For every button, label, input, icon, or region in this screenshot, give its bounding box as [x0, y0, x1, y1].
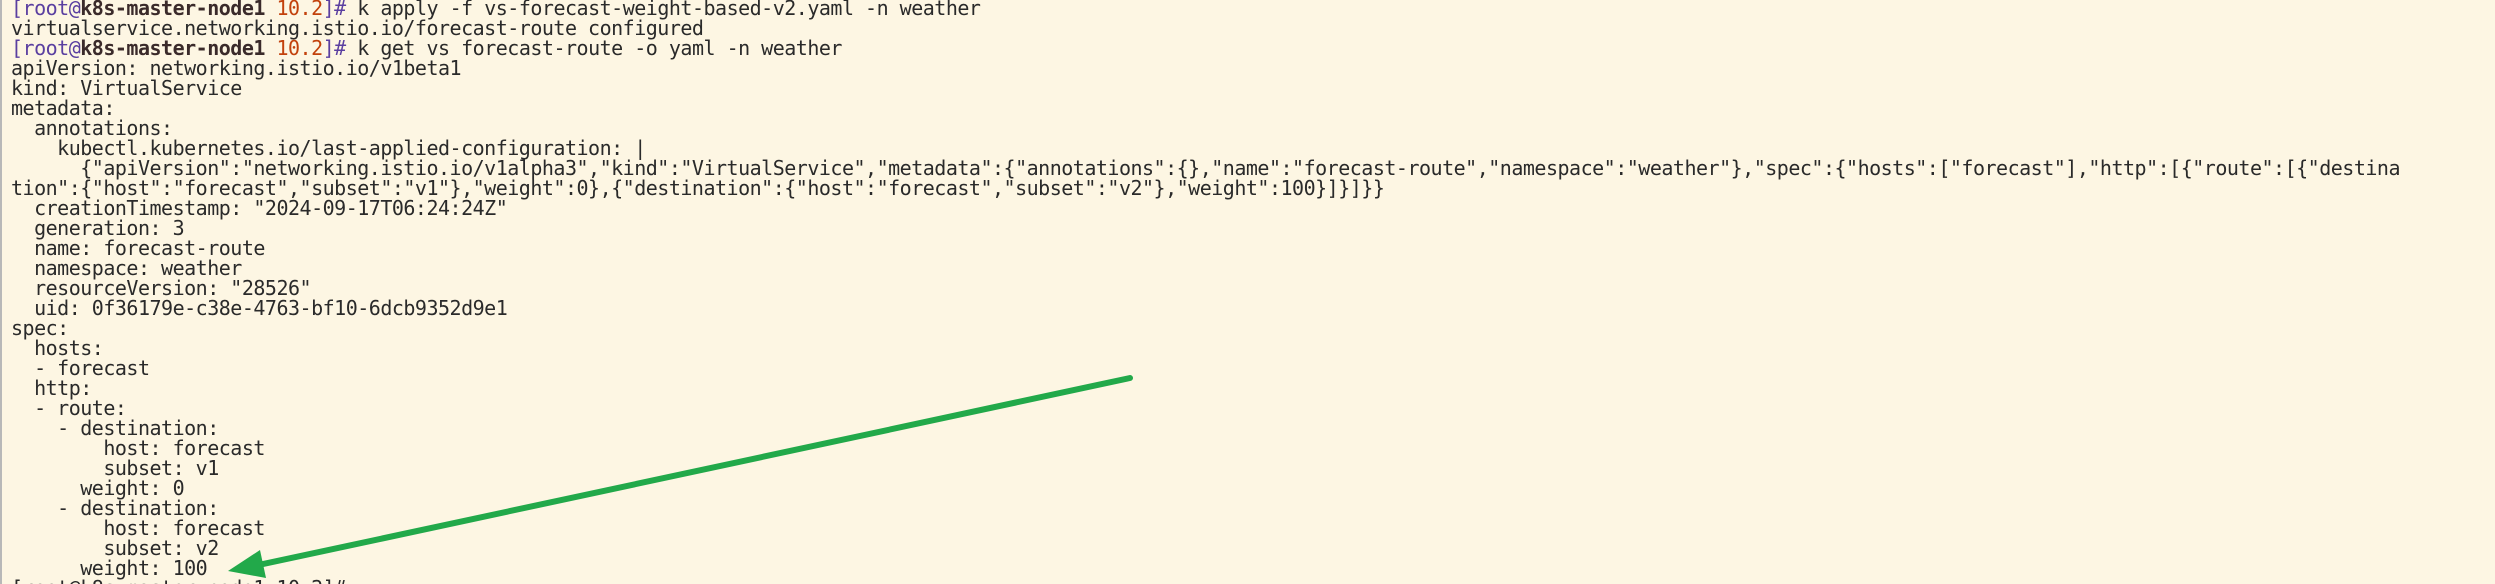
output-line: spec: — [11, 318, 2400, 338]
output-line: {"apiVersion":"networking.istio.io/v1alp… — [11, 158, 2400, 178]
output-line: - destination: — [11, 498, 2400, 518]
partial-prompt-line: [root@k8s-master-node1 10.2]# — [11, 578, 2400, 584]
output-line: subset: v2 — [11, 538, 2400, 558]
output-line: weight: 100 — [11, 558, 2400, 578]
output-line: name: forecast-route — [11, 238, 2400, 258]
output-line: kubectl.kubernetes.io/last-applied-confi… — [11, 138, 2400, 158]
terminal-output: [root@k8s-master-node1 10.2]# k apply -f… — [11, 0, 2401, 584]
output-text: weight: 100 — [11, 556, 208, 580]
output-line: - destination: — [11, 418, 2400, 438]
output-line: - forecast — [11, 358, 2400, 378]
output-line: host: forecast — [11, 438, 2400, 458]
output-line: subset: v1 — [11, 458, 2400, 478]
output-line: metadata: — [11, 98, 2400, 118]
output-line: weight: 0 — [11, 478, 2400, 498]
output-line: namespace: weather — [11, 258, 2400, 278]
output-line: host: forecast — [11, 518, 2400, 538]
output-line: annotations: — [11, 118, 2400, 138]
output-line: generation: 3 — [11, 218, 2400, 238]
output-line: uid: 0f36179e-c38e-4763-bf10-6dcb9352d9e… — [11, 298, 2400, 318]
terminal-window[interactable]: [root@k8s-master-node1 10.2]# k apply -f… — [0, 0, 2495, 584]
output-text: uid: 0f36179e-c38e-4763-bf10-6dcb9352d9e… — [11, 296, 508, 320]
output-line: - route: — [11, 398, 2400, 418]
output-line: hosts: — [11, 338, 2400, 358]
output-line: kind: VirtualService — [11, 78, 2400, 98]
output-line: tion":{"host":"forecast","subset":"v1"},… — [11, 178, 2400, 198]
output-line: creationTimestamp: "2024-09-17T06:24:24Z… — [11, 198, 2400, 218]
prompt-line: [root@k8s-master-node1 10.2]# k get vs f… — [11, 38, 2400, 58]
output-line: virtualservice.networking.istio.io/forec… — [11, 18, 2400, 38]
output-line: http: — [11, 378, 2400, 398]
output-line: apiVersion: networking.istio.io/v1beta1 — [11, 58, 2400, 78]
output-line: resourceVersion: "28526" — [11, 278, 2400, 298]
output-text: [root@k8s-master-node1 10.2]# — [11, 578, 357, 584]
